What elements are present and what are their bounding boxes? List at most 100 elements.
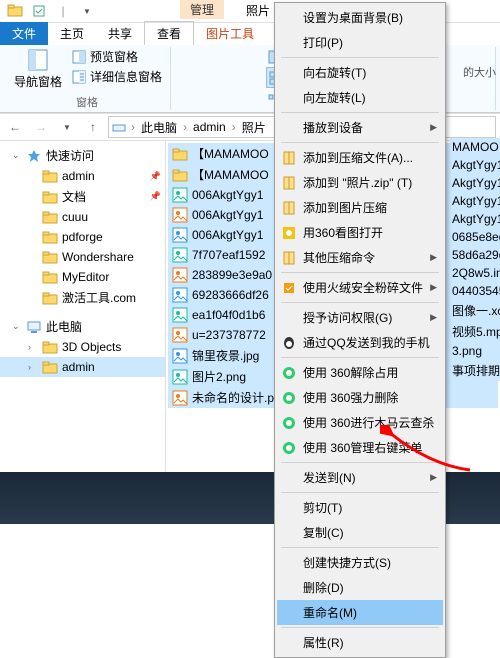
back-button[interactable]: ←	[4, 116, 26, 138]
menu-item[interactable]: 向右旋转(T)	[277, 60, 443, 85]
collapse-icon[interactable]: ⌄	[12, 150, 22, 161]
file-item[interactable]: 0685e8ed	[450, 228, 500, 246]
menu-item[interactable]: 添加到压缩文件(A)...	[277, 145, 443, 170]
menu-item-icon	[281, 90, 297, 106]
file-icon	[172, 348, 188, 364]
file-item[interactable]: AkgtYgy1g	[450, 156, 500, 174]
menu-item[interactable]: 设置为桌面背景(B)	[277, 5, 443, 30]
tree-item[interactable]: ›3D Objects	[0, 337, 165, 357]
window-title: 照片	[246, 2, 270, 19]
collapse-icon[interactable]: ⌄	[12, 321, 22, 332]
menu-item[interactable]: 使用 360管理右键菜单	[277, 435, 443, 460]
recent-dropdown[interactable]: ▼	[56, 116, 78, 138]
menu-item-icon	[281, 280, 297, 296]
file-icon	[172, 390, 188, 406]
details-pane-button[interactable]: 详细信息窗格	[70, 67, 164, 86]
file-item[interactable]: 视频5.mp4	[450, 321, 500, 342]
tab-picture-tools[interactable]: 图片工具	[194, 22, 266, 45]
menu-separator	[281, 302, 439, 303]
menu-item[interactable]: 其他压缩命令▶	[277, 245, 443, 270]
menu-item-icon	[281, 635, 297, 651]
file-item[interactable]: 2Q8w5.im	[450, 264, 500, 282]
menu-item[interactable]: 使用 360进行木马云查杀	[277, 410, 443, 435]
menu-item[interactable]: 向左旋转(L)	[277, 85, 443, 110]
file-item[interactable]: 58d6a29d	[450, 246, 500, 264]
submenu-arrow-icon: ▶	[430, 122, 437, 133]
menu-item[interactable]: 使用火绒安全粉碎文件▶	[277, 275, 443, 300]
menu-item[interactable]: 打印(P)	[277, 30, 443, 55]
tab-share[interactable]: 共享	[96, 22, 144, 45]
chevron-right-icon[interactable]: ›	[181, 120, 189, 134]
menu-item[interactable]: 通过QQ发送到我的手机	[277, 330, 443, 355]
menu-item[interactable]: 删除(D)	[277, 575, 443, 600]
qat-props-icon[interactable]	[28, 1, 50, 21]
menu-separator	[281, 492, 439, 493]
menu-item[interactable]: 授予访问权限(G)▶	[277, 305, 443, 330]
preview-pane-button[interactable]: 预览窗格	[70, 47, 164, 66]
menu-item-icon	[281, 35, 297, 51]
menu-item-icon	[281, 500, 297, 516]
menu-item[interactable]: 用360看图打开	[277, 220, 443, 245]
tree-item[interactable]: admin📌	[0, 166, 165, 186]
forward-button[interactable]: →	[30, 116, 52, 138]
nav-sidebar: ⌄快速访问 admin📌文档📌cuuupdforgeWondershareMyE…	[0, 141, 166, 481]
menu-item-icon	[281, 605, 297, 621]
tab-home[interactable]: 主页	[48, 22, 96, 45]
tree-item[interactable]: pdforge	[0, 227, 165, 247]
file-icon	[172, 167, 188, 183]
menu-item[interactable]: 使用 360解除占用	[277, 360, 443, 385]
nav-pane-label: 导航窗格	[14, 73, 62, 90]
tree-item[interactable]: cuuu	[0, 207, 165, 227]
file-item[interactable]: 事项排期表	[450, 360, 500, 381]
tree-item[interactable]: 文档📌	[0, 186, 165, 207]
menu-item-icon	[281, 200, 297, 216]
menu-item[interactable]: 播放到设备▶	[277, 115, 443, 140]
tab-file[interactable]: 文件	[0, 22, 48, 45]
file-item[interactable]: AkgtYgy1g	[450, 192, 500, 210]
menu-item-icon	[281, 120, 297, 136]
file-item[interactable]: 3.png	[450, 342, 500, 360]
crumb-user[interactable]: admin	[191, 120, 228, 134]
up-button[interactable]: ↑	[82, 116, 104, 138]
chevron-right-icon[interactable]: ›	[230, 120, 238, 134]
menu-item[interactable]: 剪切(T)	[277, 495, 443, 520]
menu-item[interactable]: 添加到 "照片.zip" (T)	[277, 170, 443, 195]
tab-view[interactable]: 查看	[144, 21, 194, 45]
size-hint-text: 的大小	[463, 64, 496, 80]
menu-item-icon	[281, 525, 297, 541]
menu-item[interactable]: 使用 360强力删除	[277, 385, 443, 410]
tree-this-pc[interactable]: ⌄此电脑	[0, 316, 165, 337]
file-icon	[172, 267, 188, 283]
contextual-tab-header: 管理	[180, 0, 224, 19]
file-item[interactable]: AkgtYgy1g	[450, 174, 500, 192]
menu-separator	[281, 57, 439, 58]
qat-dropdown-icon[interactable]: ▼	[76, 1, 98, 21]
menu-item[interactable]: 重命名(M)	[277, 600, 443, 625]
nav-pane-button[interactable]: 导航窗格	[10, 47, 66, 92]
tree-item[interactable]: 激活工具.com	[0, 287, 165, 308]
file-list-col2: MAMOOAkgtYgy1gAkgtYgy1gAkgtYgy1gAkgtYgy1…	[450, 138, 500, 381]
file-item[interactable]: 图像一.xcf	[450, 300, 500, 321]
file-item[interactable]: 04403545a	[450, 282, 500, 300]
crumb-folder[interactable]: 照片	[240, 119, 268, 136]
crumb-this-pc[interactable]: 此电脑	[139, 119, 179, 136]
file-icon	[172, 369, 188, 385]
ribbon-group-panes: 导航窗格 预览窗格 详细信息窗格 窗格	[4, 47, 171, 110]
tree-item[interactable]: Wondershare	[0, 247, 165, 267]
file-icon	[172, 327, 188, 343]
menu-item[interactable]: 属性(R)	[277, 630, 443, 655]
file-item[interactable]: MAMOO	[450, 138, 500, 156]
chevron-right-icon[interactable]: ›	[129, 120, 137, 134]
menu-item[interactable]: 创建快捷方式(S)	[277, 550, 443, 575]
menu-item[interactable]: 添加到图片压缩	[277, 195, 443, 220]
tree-item[interactable]: ›admin	[0, 357, 165, 377]
file-item[interactable]: AkgtYgy1g	[450, 210, 500, 228]
tree-quick-access[interactable]: ⌄快速访问	[0, 145, 165, 166]
menu-item[interactable]: 发送到(N)▶	[277, 465, 443, 490]
details-pane-icon	[72, 70, 86, 84]
menu-item-icon	[281, 65, 297, 81]
tree-item[interactable]: MyEditor	[0, 267, 165, 287]
context-menu: 设置为桌面背景(B)打印(P) 向右旋转(T)向左旋转(L) 播放到设备▶ 添加到压缩…	[274, 2, 446, 658]
group-label-panes: 窗格	[76, 92, 98, 110]
menu-item-icon	[281, 365, 297, 381]
